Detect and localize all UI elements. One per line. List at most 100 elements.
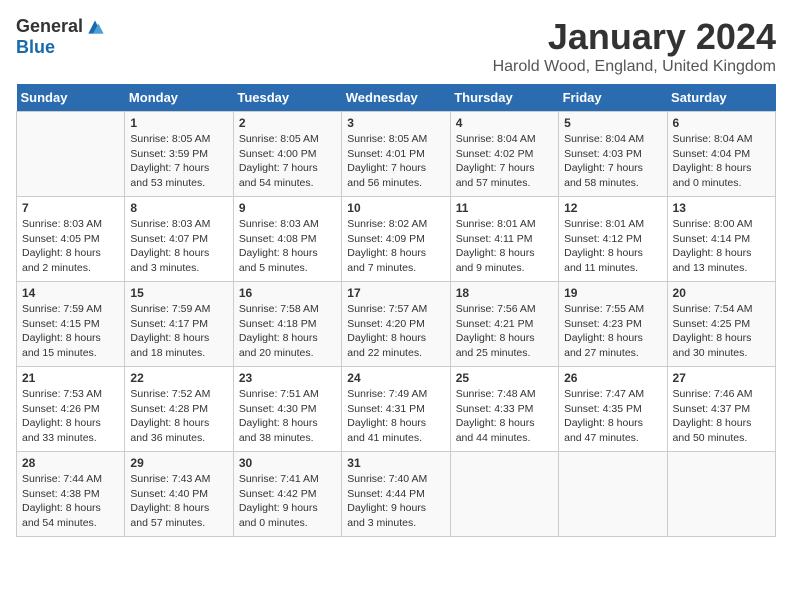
- day-number: 16: [239, 286, 336, 300]
- day-number: 23: [239, 371, 336, 385]
- day-info: Sunrise: 8:04 AMSunset: 4:03 PMDaylight:…: [564, 132, 661, 191]
- day-info: Sunrise: 7:43 AMSunset: 4:40 PMDaylight:…: [130, 472, 227, 531]
- week-row-5: 28 Sunrise: 7:44 AMSunset: 4:38 PMDayligh…: [17, 452, 776, 537]
- calendar-cell: 2Sunrise: 8:05 AMSunset: 4:00 PMDaylight…: [233, 112, 341, 197]
- calendar-cell: 18 Sunrise: 7:56 AMSunset: 4:21 PMDayligh…: [450, 282, 558, 367]
- calendar-cell: 29 Sunrise: 7:43 AMSunset: 4:40 PMDayligh…: [125, 452, 233, 537]
- header-day-wednesday: Wednesday: [342, 84, 450, 112]
- calendar-table: SundayMondayTuesdayWednesdayThursdayFrid…: [16, 84, 776, 537]
- day-info: Sunrise: 7:49 AMSunset: 4:31 PMDaylight:…: [347, 387, 444, 446]
- header-day-monday: Monday: [125, 84, 233, 112]
- calendar-cell: [559, 452, 667, 537]
- header-row: SundayMondayTuesdayWednesdayThursdayFrid…: [17, 84, 776, 112]
- day-number: 25: [456, 371, 553, 385]
- day-number: 29: [130, 456, 227, 470]
- calendar-cell: 1 Sunrise: 8:05 AMSunset: 3:59 PMDaylight…: [125, 112, 233, 197]
- day-number: 31: [347, 456, 444, 470]
- day-info: Sunrise: 7:57 AMSunset: 4:20 PMDaylight:…: [347, 302, 444, 361]
- calendar-cell: 13Sunrise: 8:00 AMSunset: 4:14 PMDayligh…: [667, 197, 775, 282]
- calendar-cell: 4 Sunrise: 8:04 AMSunset: 4:02 PMDaylight…: [450, 112, 558, 197]
- day-number: 21: [22, 371, 119, 385]
- week-row-2: 7Sunrise: 8:03 AMSunset: 4:05 PMDaylight…: [17, 197, 776, 282]
- calendar-cell: [667, 452, 775, 537]
- day-info: Sunrise: 7:56 AMSunset: 4:21 PMDaylight:…: [456, 302, 553, 361]
- day-number: 10: [347, 201, 444, 215]
- day-info: Sunrise: 7:55 AMSunset: 4:23 PMDaylight:…: [564, 302, 661, 361]
- day-info: Sunrise: 8:04 AMSunset: 4:02 PMDaylight:…: [456, 132, 553, 191]
- day-number: 12: [564, 201, 661, 215]
- calendar-cell: 20 Sunrise: 7:54 AMSunset: 4:25 PMDayligh…: [667, 282, 775, 367]
- day-number: 1: [130, 116, 227, 130]
- header: General Blue January 2024 Harold Wood, E…: [16, 16, 776, 76]
- calendar-cell: 17 Sunrise: 7:57 AMSunset: 4:20 PMDayligh…: [342, 282, 450, 367]
- title-area: January 2024 Harold Wood, England, Unite…: [493, 16, 776, 76]
- day-info: Sunrise: 8:00 AMSunset: 4:14 PMDaylight:…: [673, 217, 770, 276]
- calendar-cell: 14Sunrise: 7:59 AMSunset: 4:15 PMDayligh…: [17, 282, 125, 367]
- day-info: Sunrise: 8:02 AMSunset: 4:09 PMDaylight:…: [347, 217, 444, 276]
- day-info: Sunrise: 8:05 AMSunset: 4:01 PMDaylight:…: [347, 132, 444, 191]
- day-info: Sunrise: 7:58 AMSunset: 4:18 PMDaylight:…: [239, 302, 336, 361]
- day-number: 20: [673, 286, 770, 300]
- logo-icon: [85, 17, 105, 37]
- header-day-saturday: Saturday: [667, 84, 775, 112]
- calendar-cell: 6 Sunrise: 8:04 AMSunset: 4:04 PMDaylight…: [667, 112, 775, 197]
- day-info: Sunrise: 7:44 AMSunset: 4:38 PMDaylight:…: [22, 472, 119, 531]
- day-info: Sunrise: 8:01 AMSunset: 4:11 PMDaylight:…: [456, 217, 553, 276]
- calendar-cell: 19 Sunrise: 7:55 AMSunset: 4:23 PMDayligh…: [559, 282, 667, 367]
- header-day-thursday: Thursday: [450, 84, 558, 112]
- logo-general-text: General: [16, 16, 83, 37]
- day-info: Sunrise: 7:52 AMSunset: 4:28 PMDaylight:…: [130, 387, 227, 446]
- day-number: 17: [347, 286, 444, 300]
- day-info: Sunrise: 8:04 AMSunset: 4:04 PMDaylight:…: [673, 132, 770, 191]
- day-info: Sunrise: 7:53 AMSunset: 4:26 PMDaylight:…: [22, 387, 119, 446]
- calendar-cell: 12 Sunrise: 8:01 AMSunset: 4:12 PMDayligh…: [559, 197, 667, 282]
- day-info: Sunrise: 8:03 AMSunset: 4:07 PMDaylight:…: [130, 217, 227, 276]
- day-number: 19: [564, 286, 661, 300]
- day-number: 30: [239, 456, 336, 470]
- day-number: 15: [130, 286, 227, 300]
- day-info: Sunrise: 7:48 AMSunset: 4:33 PMDaylight:…: [456, 387, 553, 446]
- day-info: Sunrise: 7:46 AMSunset: 4:37 PMDaylight:…: [673, 387, 770, 446]
- calendar-cell: 26Sunrise: 7:47 AMSunset: 4:35 PMDayligh…: [559, 367, 667, 452]
- week-row-1: 1 Sunrise: 8:05 AMSunset: 3:59 PMDaylight…: [17, 112, 776, 197]
- month-title: January 2024: [493, 16, 776, 58]
- calendar-cell: 5 Sunrise: 8:04 AMSunset: 4:03 PMDaylight…: [559, 112, 667, 197]
- calendar-cell: 24Sunrise: 7:49 AMSunset: 4:31 PMDayligh…: [342, 367, 450, 452]
- day-number: 7: [22, 201, 119, 215]
- day-number: 4: [456, 116, 553, 130]
- day-number: 2: [239, 116, 336, 130]
- header-day-tuesday: Tuesday: [233, 84, 341, 112]
- calendar-cell: 30 Sunrise: 7:41 AMSunset: 4:42 PMDayligh…: [233, 452, 341, 537]
- calendar-cell: 22Sunrise: 7:52 AMSunset: 4:28 PMDayligh…: [125, 367, 233, 452]
- header-day-friday: Friday: [559, 84, 667, 112]
- header-day-sunday: Sunday: [17, 84, 125, 112]
- calendar-cell: 23 Sunrise: 7:51 AMSunset: 4:30 PMDayligh…: [233, 367, 341, 452]
- day-number: 28: [22, 456, 119, 470]
- day-number: 14: [22, 286, 119, 300]
- day-number: 3: [347, 116, 444, 130]
- calendar-cell: 25 Sunrise: 7:48 AMSunset: 4:33 PMDayligh…: [450, 367, 558, 452]
- day-info: Sunrise: 7:59 AMSunset: 4:17 PMDaylight:…: [130, 302, 227, 361]
- calendar-cell: 7Sunrise: 8:03 AMSunset: 4:05 PMDaylight…: [17, 197, 125, 282]
- day-number: 18: [456, 286, 553, 300]
- calendar-cell: [17, 112, 125, 197]
- day-number: 6: [673, 116, 770, 130]
- day-number: 5: [564, 116, 661, 130]
- logo: General Blue: [16, 16, 105, 58]
- calendar-cell: 8Sunrise: 8:03 AMSunset: 4:07 PMDaylight…: [125, 197, 233, 282]
- calendar-cell: 15 Sunrise: 7:59 AMSunset: 4:17 PMDayligh…: [125, 282, 233, 367]
- day-info: Sunrise: 8:05 AMSunset: 3:59 PMDaylight:…: [130, 132, 227, 191]
- day-info: Sunrise: 7:54 AMSunset: 4:25 PMDaylight:…: [673, 302, 770, 361]
- week-row-3: 14Sunrise: 7:59 AMSunset: 4:15 PMDayligh…: [17, 282, 776, 367]
- day-info: Sunrise: 8:01 AMSunset: 4:12 PMDaylight:…: [564, 217, 661, 276]
- calendar-cell: 27Sunrise: 7:46 AMSunset: 4:37 PMDayligh…: [667, 367, 775, 452]
- week-row-4: 21 Sunrise: 7:53 AMSunset: 4:26 PMDayligh…: [17, 367, 776, 452]
- day-number: 11: [456, 201, 553, 215]
- logo-blue-text: Blue: [16, 37, 55, 58]
- day-info: Sunrise: 7:40 AMSunset: 4:44 PMDaylight:…: [347, 472, 444, 531]
- calendar-cell: 21 Sunrise: 7:53 AMSunset: 4:26 PMDayligh…: [17, 367, 125, 452]
- day-info: Sunrise: 7:51 AMSunset: 4:30 PMDaylight:…: [239, 387, 336, 446]
- day-info: Sunrise: 7:47 AMSunset: 4:35 PMDaylight:…: [564, 387, 661, 446]
- day-info: Sunrise: 7:41 AMSunset: 4:42 PMDaylight:…: [239, 472, 336, 531]
- calendar-cell: 11 Sunrise: 8:01 AMSunset: 4:11 PMDayligh…: [450, 197, 558, 282]
